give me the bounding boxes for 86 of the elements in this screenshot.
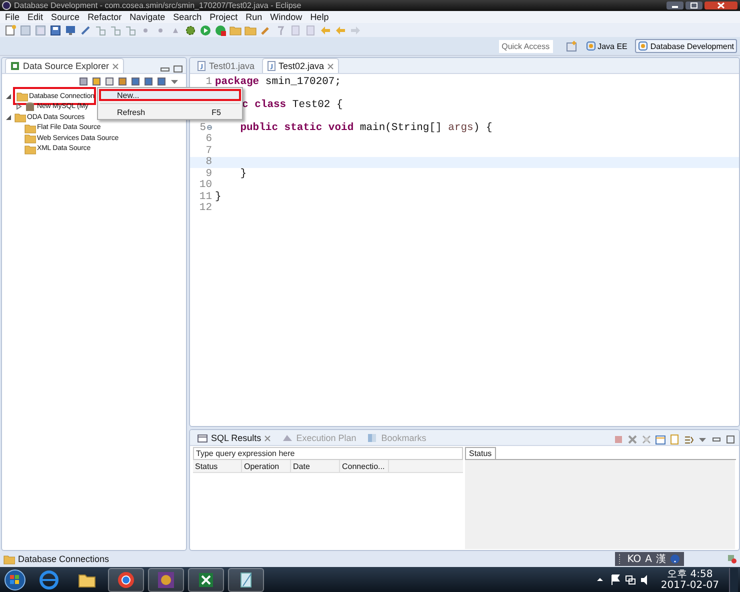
database-icon [24,100,36,113]
ime-button[interactable]: KO [627,554,642,564]
line-number: 1 [206,76,212,88]
error-icon [727,554,737,564]
java-file-icon [266,61,276,71]
database-icon [10,61,20,71]
perspective-button[interactable]: Database Development [635,39,737,53]
run-icon[interactable] [199,24,212,36]
fold-icon[interactable] [207,125,212,130]
open-perspective-icon[interactable] [566,40,578,52]
start-button[interactable] [2,568,28,590]
menu-item[interactable]: File [5,12,20,22]
code-line: } [239,168,247,180]
window-icon[interactable] [655,434,666,445]
flag-icon[interactable] [610,574,621,585]
column-header[interactable]: Status [193,460,242,472]
taskbar-button[interactable] [228,568,264,592]
menu-item[interactable]: Search [173,12,202,22]
line-number: 6 [206,133,212,146]
ime-button[interactable]: A [645,554,652,564]
folder-icon [24,142,36,155]
code-line: public static void main(String[] args) { [239,122,492,134]
menu-item[interactable]: Edit [28,12,44,22]
editor-tab[interactable]: Test02.java [262,58,340,73]
code-line: package smin_170207; [215,76,342,88]
folder-icon [14,111,26,124]
perspective-icon [638,41,648,51]
code-line: } [215,190,222,203]
collapsed-icon[interactable] [15,103,22,110]
remove-icon[interactable] [627,434,638,445]
monitor-icon[interactable] [64,24,77,36]
column-header[interactable]: Operation [242,460,291,472]
table-icon [197,433,208,443]
line-number: 8 [206,156,212,168]
new-file-icon[interactable] [4,24,17,36]
network-icon[interactable] [624,574,636,585]
view-tab[interactable]: Data Source Explorer [5,58,124,73]
clock[interactable]: 오후 4:58 2017-02-07 [654,568,725,590]
app-icon [2,1,11,10]
plan-icon [282,433,294,443]
folder-icon [24,132,36,144]
column-header[interactable]: Date [291,460,340,472]
status-tab[interactable]: Status [465,447,496,459]
run-icon[interactable] [214,24,227,36]
filter-field[interactable]: Type query expression here [193,447,463,460]
perspective-icon [586,41,596,51]
taskbar-button[interactable] [148,568,184,592]
quick-access-field[interactable]: Quick Access [498,40,553,52]
help-icon[interactable] [670,554,680,564]
taskbar-button[interactable] [188,568,224,592]
menu-item[interactable]: Refresh F5 [99,106,241,118]
editor-tab[interactable]: Test01.java [193,59,259,73]
line-number: 5 [200,122,206,134]
column-header[interactable]: Connectio... [340,460,389,472]
window-title: Database Development - com.cosea.smin/src/smin_170207/Test02.java - Eclipse [14,0,302,10]
menu-item[interactable]: Window [270,12,302,22]
menu-item[interactable]: Source [51,12,80,22]
minimize-icon[interactable] [666,1,684,10]
menu-item[interactable]: Refactor [88,12,122,22]
menu-item[interactable]: Project [210,12,238,22]
folder-icon [16,90,28,102]
perspective-button[interactable]: Java EE [582,39,630,53]
java-file-icon [197,61,206,71]
menu-item[interactable]: Navigate [130,12,166,22]
line-number: 9 [206,168,212,180]
expanded-icon[interactable] [5,114,12,121]
menu-item[interactable]: Run [246,12,262,22]
status-text: Database Connections [18,554,110,564]
line-number: 7 [206,144,212,157]
taskbar-button[interactable] [108,568,144,592]
ime-button[interactable]: 漢 [656,552,666,566]
menu-item[interactable]: New... [99,89,241,101]
folder-icon [3,553,15,565]
book-icon [367,433,378,443]
folder-icon [24,122,36,134]
line-number: 12 [199,202,212,214]
line-number: 11 [199,190,212,203]
close-icon[interactable] [704,1,738,10]
view-tab[interactable]: SQL Results [193,431,276,445]
page-icon[interactable] [669,434,680,445]
globe-icon [37,568,61,590]
menu-item[interactable]: Help [310,12,329,22]
tab-label: Data Source Explorer [23,61,110,71]
expanded-icon[interactable] [5,92,12,100]
maximize-icon[interactable] [685,1,703,10]
line-number: 10 [199,179,212,192]
